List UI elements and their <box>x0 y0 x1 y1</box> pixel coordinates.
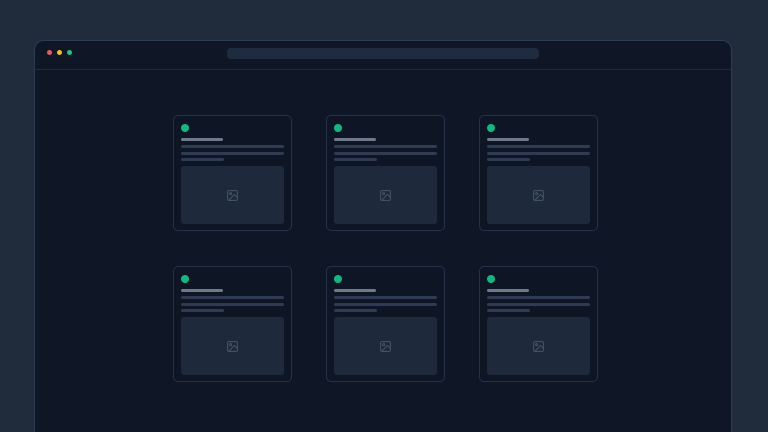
text-line-placeholder-2 <box>181 303 284 306</box>
text-line-placeholder-1 <box>487 296 590 299</box>
card[interactable] <box>479 266 598 382</box>
text-line-placeholder-2 <box>487 152 590 155</box>
status-dot <box>181 124 189 132</box>
close-button[interactable] <box>47 50 52 55</box>
status-dot <box>181 275 189 283</box>
text-line-placeholder-1 <box>334 296 437 299</box>
browser-window <box>34 40 732 432</box>
image-placeholder <box>487 317 590 375</box>
card[interactable] <box>173 115 292 231</box>
card[interactable] <box>479 115 598 231</box>
image-icon <box>379 189 392 202</box>
status-dot <box>334 124 342 132</box>
image-placeholder <box>181 317 284 375</box>
status-dot <box>487 275 495 283</box>
image-placeholder <box>181 166 284 224</box>
image-icon <box>226 189 239 202</box>
desktop-background <box>0 0 768 432</box>
card[interactable] <box>326 115 445 231</box>
title-placeholder <box>181 289 223 292</box>
traffic-lights <box>47 50 72 55</box>
text-line-placeholder-1 <box>334 145 437 148</box>
page-content <box>35 70 731 432</box>
image-placeholder <box>487 166 590 224</box>
image-icon <box>226 340 239 353</box>
text-line-placeholder-1 <box>181 145 284 148</box>
image-icon <box>532 189 545 202</box>
card[interactable] <box>326 266 445 382</box>
title-placeholder <box>181 138 223 141</box>
maximize-button[interactable] <box>67 50 72 55</box>
image-icon <box>532 340 545 353</box>
text-line-placeholder-3 <box>334 309 377 312</box>
text-line-placeholder-3 <box>334 158 377 161</box>
text-line-placeholder-2 <box>334 152 437 155</box>
text-line-placeholder-2 <box>181 152 284 155</box>
text-line-placeholder-3 <box>487 158 530 161</box>
minimize-button[interactable] <box>57 50 62 55</box>
text-line-placeholder-3 <box>181 158 224 161</box>
text-line-placeholder-2 <box>334 303 437 306</box>
text-line-placeholder-3 <box>181 309 224 312</box>
status-dot <box>487 124 495 132</box>
title-placeholder <box>487 138 529 141</box>
title-placeholder <box>334 138 376 141</box>
card[interactable] <box>173 266 292 382</box>
address-bar[interactable] <box>227 48 539 59</box>
title-placeholder <box>487 289 529 292</box>
text-line-placeholder-2 <box>487 303 590 306</box>
image-placeholder <box>334 166 437 224</box>
text-line-placeholder-3 <box>487 309 530 312</box>
status-dot <box>334 275 342 283</box>
text-line-placeholder-1 <box>181 296 284 299</box>
browser-topbar <box>35 41 731 70</box>
image-placeholder <box>334 317 437 375</box>
image-icon <box>379 340 392 353</box>
text-line-placeholder-1 <box>487 145 590 148</box>
title-placeholder <box>334 289 376 292</box>
card-grid <box>173 115 598 382</box>
